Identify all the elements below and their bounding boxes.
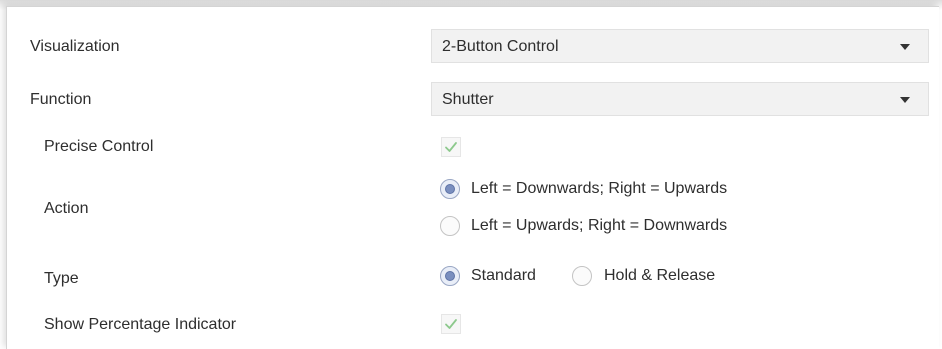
type-hold-release-radio[interactable]	[572, 266, 592, 286]
type-hold-release-label[interactable]: Hold & Release	[604, 266, 715, 286]
precise-control-label: Precise Control	[44, 138, 154, 155]
type-standard-radio[interactable]	[440, 266, 460, 286]
type-label: Type	[44, 270, 79, 287]
visualization-value: 2-Button Control	[442, 38, 559, 55]
show-percentage-indicator-checkbox[interactable]	[441, 314, 461, 334]
checkmark-icon	[445, 319, 457, 329]
chevron-down-icon	[900, 44, 910, 50]
checkmark-icon	[445, 142, 457, 152]
radio-dot	[445, 271, 455, 281]
function-label: Function	[30, 91, 92, 108]
radio-dot	[445, 184, 455, 194]
action-label: Action	[44, 200, 89, 217]
visualization-select[interactable]: 2-Button Control	[431, 29, 929, 63]
show-percentage-indicator-label: Show Percentage Indicator	[44, 316, 237, 333]
type-standard-label[interactable]: Standard	[471, 266, 536, 286]
function-select[interactable]: Shutter	[431, 82, 929, 116]
precise-control-checkbox[interactable]	[441, 137, 461, 157]
chevron-down-icon	[900, 97, 910, 103]
action-option-1-radio[interactable]	[440, 179, 460, 199]
action-option-2-label[interactable]: Left = Upwards; Right = Downwards	[471, 216, 727, 236]
action-option-1-label[interactable]: Left = Downwards; Right = Upwards	[471, 179, 727, 199]
action-option-2-radio[interactable]	[440, 216, 460, 236]
function-value: Shutter	[442, 91, 494, 108]
visualization-label: Visualization	[30, 38, 120, 55]
